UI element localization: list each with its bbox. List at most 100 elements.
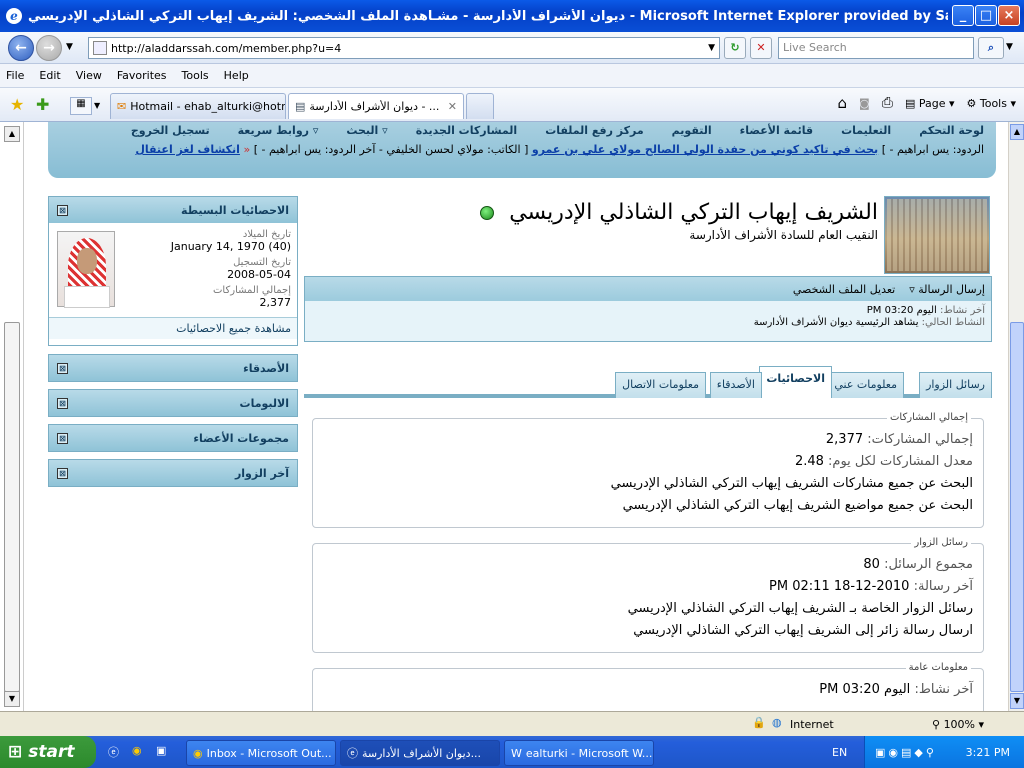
page-icon [93,41,107,55]
ie-quicklaunch-icon[interactable]: ⓔ [108,744,119,760]
collapse-icon[interactable]: ⊠ [57,204,68,216]
collapse-icon[interactable]: ⊠ [57,397,68,409]
friends-panel: الأصدقاء ⊠ [48,354,298,382]
history-dropdown-icon[interactable]: ▼ [66,42,73,52]
system-tray: ▣◉▤◆⚲ 3:21 PM [864,736,1024,768]
nav-members[interactable]: قائمة الأعضاء [740,124,813,137]
menu-tools[interactable]: Tools [182,69,209,82]
send-visitor-message-link[interactable]: ارسال رسالة زائر إلى الشريف إيهاب التركي… [313,620,983,642]
tools-menu[interactable]: ⚙ Tools ▾ [967,97,1017,110]
send-message-link[interactable]: إرسال الرسالة ▿ [909,283,985,296]
tab-about-me[interactable]: معلومات عني [827,372,904,398]
vertical-scrollbar[interactable]: ▲ ▼ [1008,122,1024,711]
feeds-icon[interactable]: ◙ [859,97,870,110]
profile-title: النقيب العام للسادة الأشراف الأدارسة [689,228,878,242]
menu-favorites[interactable]: Favorites [117,69,167,82]
window-titlebar: e ديوان الأشراف الأدارسة - مشـاهدة الملف… [0,0,1024,32]
live-search-input[interactable]: Live Search [778,37,974,59]
tab-contact-info[interactable]: معلومات الاتصال [615,372,706,398]
page-icon: ▤ [904,96,919,110]
refresh-button[interactable]: ↻ [724,37,746,59]
favorites-star-icon[interactable]: ★ [10,95,24,114]
scroll-thumb[interactable] [1010,322,1024,692]
friends-panel-header[interactable]: الأصدقاء ⊠ [49,355,297,381]
menu-edit[interactable]: Edit [39,69,60,82]
collapse-icon[interactable]: ⊠ [57,362,68,374]
scroll-up-icon[interactable]: ▲ [1010,124,1024,140]
search-posts-link[interactable]: البحث عن جميع مشاركات الشريف إيهاب الترك… [313,473,983,495]
start-button[interactable]: ⊞ start [0,736,96,768]
ie-icon: ⓔ [347,747,358,760]
collapse-icon[interactable]: ⊠ [57,432,68,444]
language-indicator[interactable]: EN [832,746,847,759]
home-icon[interactable]: ⌂ [838,94,848,112]
scroll-up-icon[interactable]: ▲ [4,126,20,142]
general-last-activity-value: اليوم 03:20 PM [819,682,911,697]
tab-statistics[interactable]: الاحصائيات [759,366,832,398]
nav-upload[interactable]: مركز رفع الملفات [545,124,643,137]
profile-picture [884,196,990,274]
search-threads-link[interactable]: البحث عن جميع مواضيع الشريف إيهاب التركي… [313,495,983,517]
menu-help[interactable]: Help [224,69,249,82]
forward-button[interactable]: → [36,35,62,61]
scroll-down-icon[interactable]: ▼ [1010,693,1024,709]
groups-panel-header[interactable]: مجموعات الأعضاء ⊠ [49,425,297,451]
collapse-icon[interactable]: ⊠ [57,467,68,479]
minimize-button[interactable]: _ [952,5,974,26]
stats-panel-header[interactable]: الاحصائيات البسيطة ⊠ [49,197,297,223]
stop-button[interactable]: ✕ [750,37,772,59]
task-word[interactable]: W ealturki - Microsoft W... [504,740,654,766]
tab-friends[interactable]: الأصدقاء [709,372,762,398]
visitor-messages-section: رسائل الزوار مجموع الرسائل: 80 آخر رسالة… [312,537,984,653]
outlook-quicklaunch-icon[interactable]: ◉ [132,744,142,757]
print-icon[interactable]: ⎙ [882,95,893,111]
post-stats-section: إجمالي المشاركات إجمالي المشاركات: 2,377… [312,412,984,528]
albums-panel-header[interactable]: الالبومات ⊠ [49,390,297,416]
tab-visitor-messages[interactable]: رسائل الزوار [919,372,992,398]
online-status-icon [480,206,495,220]
tab-list-icon[interactable]: ▼ [94,97,106,115]
view-all-stats-link[interactable]: مشاهدة جميع الاحصائيات [49,317,297,339]
nav-new-posts[interactable]: المشاركات الجديدة [416,124,518,137]
nav-help[interactable]: التعليمات [841,124,891,137]
new-tab-button[interactable] [466,93,494,119]
back-button[interactable]: ← [8,35,34,61]
tray-icons[interactable]: ▣◉▤◆⚲ [875,746,937,759]
address-bar[interactable]: http://aladdarssah.com/member.php?u=4 ▼ [88,37,720,59]
address-dropdown-icon[interactable]: ▼ [708,43,715,53]
visitors-panel-header[interactable]: آخر الزوار ⊠ [49,460,297,486]
close-button[interactable]: × [998,5,1020,26]
tab-hotmail[interactable]: ✉ Hotmail - ehab_alturki@hotm... [110,93,286,119]
site-navbar: لوحة التحكم التعليمات قائمة الأعضاء التق… [48,122,996,178]
search-options-icon[interactable]: ▼ [1006,42,1013,52]
add-favorite-icon[interactable]: ✚ [36,95,49,114]
windows-logo-icon: ⊞ [8,742,23,762]
visitor-messages-link[interactable]: رسائل الزوار الخاصة بـ الشريف إيهاب التر… [313,598,983,620]
quick-tabs-icon[interactable]: ▦ [70,97,92,115]
edit-profile-link[interactable]: تعديل الملف الشخصي [793,283,895,296]
tab-diwan[interactable]: ▤ ديوان الأشراف الأدارسة - ... ✕ [288,93,464,119]
menu-file[interactable]: File [6,69,24,82]
maximize-button[interactable]: □ [975,5,997,26]
scroll-thumb[interactable] [4,322,20,692]
search-icon[interactable]: ⌕ [978,37,1004,59]
total-messages-value: 80 [863,557,880,572]
nav-quick-links[interactable]: ▿ روابط سريعة [238,124,319,137]
task-outlook[interactable]: ◉ Inbox - Microsoft Out... [186,740,336,766]
ticker-link[interactable]: انكشاف لغز اعتقال [135,143,240,156]
page-menu[interactable]: ▤ Page ▾ [905,97,955,110]
desktop-quicklaunch-icon[interactable]: ▣ [156,744,166,757]
posts-per-day-value: 2.48 [794,454,824,469]
chevron-down-icon: ▿ [909,282,915,296]
nav-control-panel[interactable]: لوحة التحكم [919,124,984,137]
ticker-text: الردود: يس ابراهيم - ] [881,143,984,156]
nav-search[interactable]: ▿ البحث [346,124,387,137]
nav-logout[interactable]: تسجيل الخروج [131,124,210,137]
close-tab-icon[interactable]: ✕ [448,100,457,113]
menu-view[interactable]: View [76,69,102,82]
nav-calendar[interactable]: التقويم [672,124,712,137]
zoom-control[interactable]: ⚲ 100% ▾ [932,718,984,731]
task-ie[interactable]: ⓔ ديوان الأشراف الأدارسة... [340,740,500,766]
ticker-link[interactable]: بحث في تاكيد كوني من حفدة الولي الصالح م… [532,143,878,156]
scroll-down-icon[interactable]: ▼ [4,691,20,707]
